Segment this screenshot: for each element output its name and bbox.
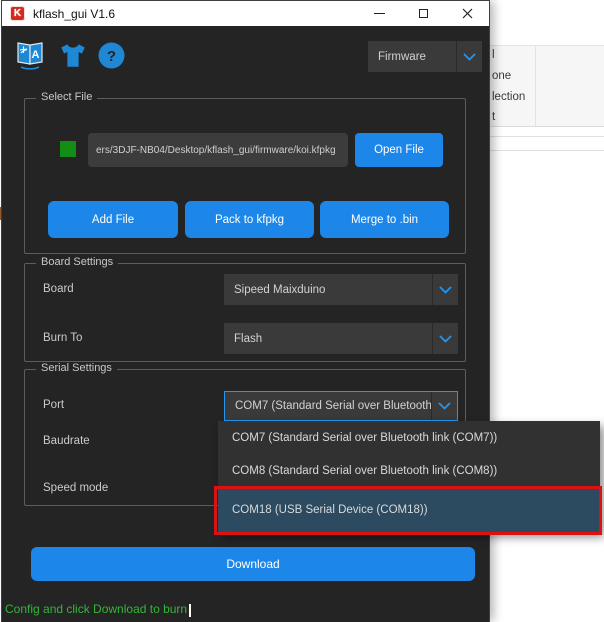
background-text-fragment: lection [492,91,525,103]
speed-mode-label: Speed mode [43,482,108,494]
add-file-button[interactable]: Add File [48,201,178,238]
minimize-button[interactable] [357,1,401,26]
svg-text:A: A [32,49,40,61]
serial-settings-group-label: Serial Settings [36,362,117,374]
text-cursor [189,604,191,617]
maximize-icon [419,9,428,18]
language-button[interactable]: A [14,40,46,75]
port-label: Port [43,399,64,411]
file-path-text: ers/3DJF-NB04/Desktop/kflash_gui/firmwar… [96,145,336,156]
port-select-value: COM7 (Standard Serial over Bluetooth lin… [225,400,431,412]
window-title: kflash_gui V1.6 [33,7,115,21]
burn-to-label: Burn To [43,332,82,344]
background-divider-line [490,136,604,137]
background-window-panel [490,45,604,127]
chevron-down-icon [431,392,457,420]
board-select-value: Sipeed Maixduino [224,284,432,296]
theme-button[interactable] [58,42,88,74]
tshirt-icon [58,42,88,69]
annotation-highlight-box [214,486,602,535]
background-divider-line [490,150,604,151]
open-file-button[interactable]: Open File [355,133,443,167]
port-option-com8[interactable]: COM8 (Standard Serial over Bluetooth lin… [218,454,600,487]
svg-text:?: ? [107,48,116,65]
chevron-down-icon [456,41,482,72]
burn-to-select[interactable]: Flash [224,323,458,354]
board-settings-group-label: Board Settings [36,256,118,268]
select-file-group: Select File ers/3DJF-NB04/Desktop/kflash… [24,98,466,254]
board-select[interactable]: Sipeed Maixduino [224,274,458,305]
chevron-down-icon [432,274,458,305]
app-logo-icon: K [10,6,25,21]
background-text-fragment: t [492,111,495,123]
file-path-input[interactable]: ers/3DJF-NB04/Desktop/kflash_gui/firmwar… [88,133,348,167]
merge-to-bin-button[interactable]: Merge to .bin [320,201,449,238]
board-settings-group: Board Settings Board Sipeed Maixduino Bu… [24,263,466,362]
file-status-indicator [60,141,76,157]
close-icon [462,8,473,19]
board-label: Board [43,283,74,295]
select-file-group-label: Select File [36,91,97,103]
background-text-fragment: one [492,70,511,82]
pack-to-kfpkg-button[interactable]: Pack to kfpkg [185,201,314,238]
close-button[interactable] [445,1,489,26]
minimize-icon [374,13,385,14]
help-button[interactable]: ? [98,42,125,74]
background-window-divider [535,46,536,126]
translate-icon: A [14,40,46,70]
maximize-button[interactable] [401,1,445,26]
baudrate-label: Baudrate [43,435,90,447]
help-icon: ? [98,42,125,69]
background-text-fragment: l [492,49,495,61]
firmware-mode-value: Firmware [368,51,456,63]
burn-to-select-value: Flash [224,333,432,345]
port-option-com7[interactable]: COM7 (Standard Serial over Bluetooth lin… [218,421,600,454]
port-select[interactable]: COM7 (Standard Serial over Bluetooth lin… [224,391,458,421]
status-message: Config and click Download to burn [5,602,187,616]
chevron-down-icon [432,323,458,354]
firmware-mode-select[interactable]: Firmware [368,41,482,72]
download-button[interactable]: Download [31,547,475,581]
status-bar: Config and click Download to burn [5,600,191,618]
titlebar: K kflash_gui V1.6 [2,1,489,26]
